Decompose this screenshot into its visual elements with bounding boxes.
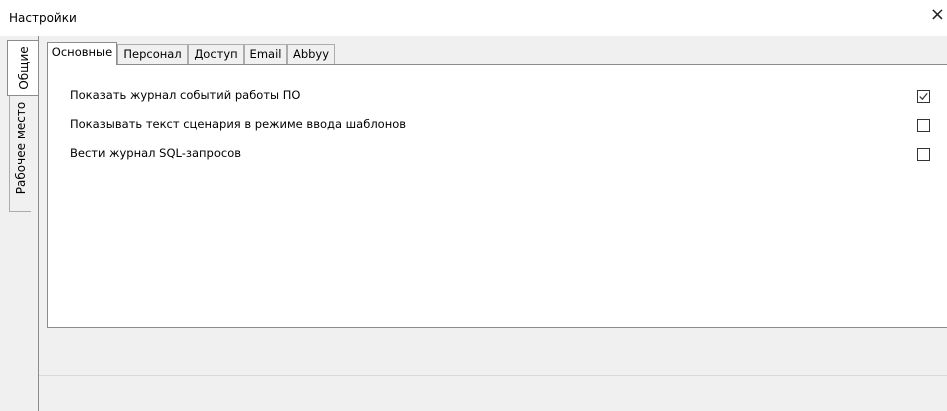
tab-label: Основные	[51, 45, 113, 59]
side-tab-general[interactable]: Общие	[7, 40, 39, 96]
side-tab-label: Общие	[16, 46, 31, 90]
settings-panel: Показать журнал событий работы ПО Показы…	[47, 64, 947, 328]
tab-email[interactable]: Email	[244, 44, 287, 64]
option-label-script-text: Показывать текст сценария в режиме ввода…	[70, 117, 407, 131]
side-tab-workplace[interactable]: Рабочее место	[9, 84, 31, 212]
option-label-sql-log: Вести журнал SQL-запросов	[70, 146, 242, 160]
tab-personnel[interactable]: Персонал	[117, 44, 188, 64]
checkbox-sql-log[interactable]	[917, 148, 930, 161]
option-label-event-log: Показать журнал событий работы ПО	[70, 88, 301, 102]
tab-access[interactable]: Доступ	[188, 44, 244, 64]
tab-label: Email	[249, 47, 282, 61]
checkmark-icon	[919, 92, 928, 101]
tab-abbyy[interactable]: Abbyy	[287, 44, 335, 64]
checkbox-event-log[interactable]	[917, 90, 930, 103]
tab-main[interactable]: Основные	[47, 42, 117, 65]
tab-label: Персонал	[123, 47, 182, 61]
window-title: Настройки	[9, 11, 77, 25]
checkbox-script-text[interactable]	[917, 119, 930, 132]
side-tab-label: Рабочее место	[13, 101, 28, 195]
bottom-separator	[39, 375, 947, 376]
tab-label: Доступ	[194, 47, 238, 61]
tab-label: Abbyy	[292, 47, 330, 61]
close-icon[interactable]: ×	[930, 6, 945, 24]
title-bar: Настройки ×	[0, 0, 947, 36]
